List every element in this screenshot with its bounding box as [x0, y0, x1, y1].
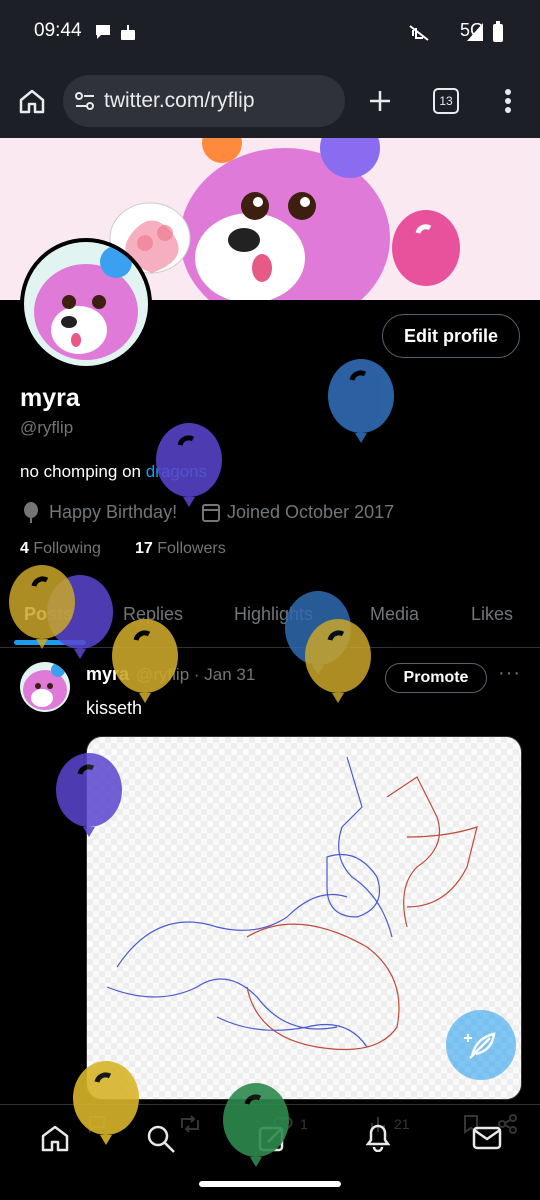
active-tab-indicator	[14, 640, 86, 645]
post-meta[interactable]: @ryflip · Jan 31	[136, 665, 255, 685]
following-label: Following	[33, 540, 101, 557]
balloon	[305, 619, 371, 703]
profile-bio: no chomping on dragons	[20, 462, 207, 482]
avatar-artwork	[34, 246, 138, 360]
tab-likes[interactable]: Likes	[471, 604, 513, 625]
tabs-divider	[0, 647, 540, 648]
status-time: 09:44	[34, 20, 82, 41]
compose-button[interactable]	[446, 1010, 516, 1080]
joined-date: Joined October 2017	[227, 502, 395, 522]
nav-home-icon[interactable]	[40, 1124, 70, 1152]
tab-posts[interactable]: Posts	[24, 604, 73, 625]
edit-profile-button[interactable]: Edit profile	[382, 314, 520, 358]
profile-avatar[interactable]	[20, 238, 152, 370]
calendar-icon	[202, 504, 220, 522]
bio-text: no chomping on	[20, 462, 146, 481]
post-more-icon[interactable]: ···	[498, 662, 521, 685]
url-text[interactable]: twitter.com/ryflip	[104, 89, 255, 113]
following-link[interactable]: 4 Following	[20, 540, 101, 558]
settings-sliders-icon[interactable]	[74, 91, 96, 111]
profile-name: myra	[20, 384, 80, 412]
notification-icons	[96, 25, 135, 40]
notifications-icon[interactable]	[364, 1122, 392, 1152]
bio-link[interactable]: dragons	[146, 462, 207, 481]
followers-count: 17	[135, 540, 153, 557]
following-count: 4	[20, 540, 29, 557]
kebab-icon[interactable]	[502, 88, 514, 114]
post-avatar[interactable]	[20, 662, 70, 712]
promote-button[interactable]: Promote	[385, 663, 487, 693]
post-avatar-artwork	[23, 663, 67, 710]
balloon	[328, 359, 394, 443]
home-icon[interactable]	[18, 88, 46, 114]
compose-icon	[464, 1032, 496, 1059]
post-author-name[interactable]: myra	[86, 664, 129, 685]
tab-media[interactable]: Media	[370, 604, 419, 625]
gesture-bar	[199, 1181, 341, 1187]
tabs-icon[interactable]: 13	[433, 88, 459, 114]
vibrate-off-icon	[409, 25, 429, 41]
search-icon[interactable]	[146, 1124, 176, 1154]
nav-compose-icon[interactable]	[258, 1124, 286, 1152]
tab-highlights[interactable]: Highlights	[234, 604, 313, 625]
followers-label: Followers	[157, 540, 226, 557]
tab-replies[interactable]: Replies	[123, 604, 183, 625]
messages-icon[interactable]	[472, 1126, 502, 1150]
signal-icon	[467, 23, 483, 41]
post-text: kisseth	[86, 698, 143, 718]
battery-icon	[493, 21, 503, 42]
birthday-text: Happy Birthday!	[49, 502, 178, 522]
location-balloon-icon	[24, 502, 38, 523]
plus-icon[interactable]	[368, 89, 392, 113]
balloon	[112, 619, 178, 703]
followers-link[interactable]: 17 Followers	[135, 540, 226, 558]
profile-handle: @ryflip	[20, 418, 74, 437]
